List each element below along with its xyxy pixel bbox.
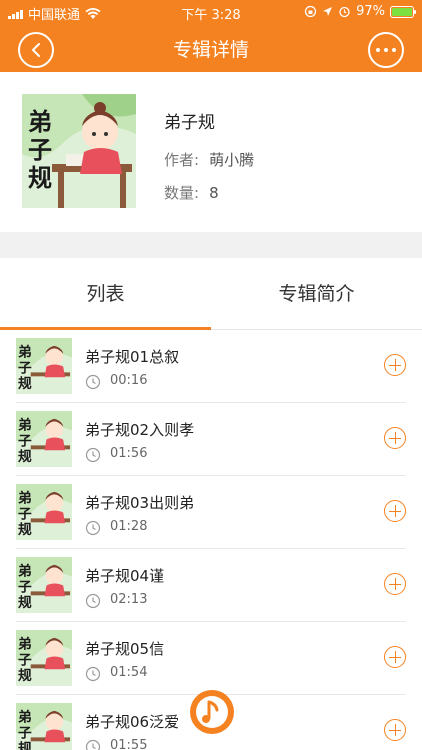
- music-player-button[interactable]: [188, 688, 236, 736]
- add-track-button[interactable]: [384, 646, 406, 668]
- track-duration: 01:28: [110, 519, 148, 534]
- author-value: 萌小腾: [209, 151, 255, 169]
- svg-text:子: 子: [18, 579, 32, 595]
- add-track-button[interactable]: [384, 573, 406, 595]
- track-list: 弟子规 弟子规01总叙 00:16 弟子规 弟子规02入则孝 01:56 弟子规…: [0, 330, 422, 750]
- track-duration: 01:55: [110, 738, 148, 750]
- clock-icon: [85, 520, 101, 536]
- track-duration: 01:54: [110, 665, 148, 680]
- svg-text:子: 子: [28, 136, 52, 164]
- tab-list[interactable]: 列表: [0, 258, 211, 330]
- count-label: 数量:: [164, 184, 200, 202]
- list-item[interactable]: 弟子规 弟子规02入则孝 01:56: [0, 403, 422, 476]
- track-title: 弟子规02入则孝: [85, 421, 195, 439]
- clock-icon: [85, 374, 101, 390]
- add-track-button[interactable]: [384, 500, 406, 522]
- track-duration: 00:16: [110, 373, 148, 388]
- svg-text:规: 规: [28, 164, 52, 192]
- author-label: 作者:: [164, 151, 200, 169]
- clock-icon: [85, 666, 101, 682]
- status-bar: 中国联通 下午 3:28 97%: [0, 0, 422, 24]
- list-item[interactable]: 弟子规 弟子规05信 01:54: [0, 622, 422, 695]
- track-title: 弟子规06泛爱: [85, 713, 180, 731]
- svg-text:弟: 弟: [18, 417, 32, 434]
- svg-text:弟: 弟: [18, 344, 32, 361]
- svg-text:弟: 弟: [18, 636, 32, 653]
- clock-icon: [85, 739, 101, 750]
- lock-rotation-icon: [304, 5, 317, 18]
- svg-text:规: 规: [18, 595, 32, 611]
- track-title: 弟子规05信: [85, 640, 165, 658]
- svg-text:规: 规: [18, 522, 32, 538]
- clock-icon: [85, 447, 101, 463]
- list-item[interactable]: 弟子规 弟子规01总叙 00:16: [0, 330, 422, 403]
- album-info: 弟 子 规 弟子规 作者: 萌小腾 数量: 8: [0, 72, 422, 232]
- svg-text:规: 规: [18, 376, 32, 392]
- svg-text:子: 子: [18, 506, 32, 522]
- track-duration: 01:56: [110, 446, 148, 461]
- svg-text:子: 子: [18, 360, 32, 376]
- count-value: 8: [209, 184, 219, 202]
- section-gap: [0, 232, 422, 258]
- more-button[interactable]: [368, 32, 404, 68]
- header-bar: 中国联通 下午 3:28 97% 专辑详情: [0, 0, 422, 72]
- album-count: 数量: 8: [164, 182, 219, 203]
- track-thumbnail: 弟子规: [16, 630, 72, 686]
- svg-text:弟: 弟: [18, 490, 32, 507]
- track-title: 弟子规01总叙: [85, 348, 180, 366]
- album-cover[interactable]: 弟 子 规: [22, 94, 136, 208]
- track-duration: 02:13: [110, 592, 148, 607]
- svg-text:规: 规: [18, 668, 32, 684]
- album-title: 弟子规: [164, 113, 215, 133]
- battery-percent: 97%: [356, 4, 385, 19]
- svg-text:子: 子: [18, 433, 32, 449]
- battery-icon: [390, 5, 416, 18]
- svg-text:子: 子: [18, 652, 32, 668]
- svg-text:规: 规: [18, 741, 32, 750]
- page-title: 专辑详情: [172, 39, 249, 61]
- tab-album-intro[interactable]: 专辑简介: [211, 258, 422, 330]
- add-track-button[interactable]: [384, 427, 406, 449]
- add-track-button[interactable]: [384, 719, 406, 741]
- album-author: 作者: 萌小腾: [164, 149, 254, 170]
- track-thumbnail: 弟子规: [16, 338, 72, 394]
- track-thumbnail: 弟子规: [16, 484, 72, 540]
- track-thumbnail: 弟子规: [16, 703, 72, 750]
- svg-text:弟: 弟: [28, 108, 52, 136]
- location-icon: [323, 7, 333, 16]
- svg-text:子: 子: [18, 725, 32, 741]
- svg-text:规: 规: [18, 449, 32, 465]
- track-thumbnail: 弟子规: [16, 557, 72, 613]
- svg-text:弟: 弟: [18, 709, 32, 726]
- more-dots-icon: [376, 48, 396, 52]
- add-track-button[interactable]: [384, 354, 406, 376]
- navbar: 专辑详情: [0, 24, 422, 72]
- alarm-icon: [339, 6, 350, 18]
- list-item[interactable]: 弟子规 弟子规04谨 02:13: [0, 549, 422, 622]
- clock-icon: [85, 593, 101, 609]
- track-title: 弟子规03出则弟: [85, 494, 195, 512]
- list-item[interactable]: 弟子规 弟子规03出则弟 01:28: [0, 476, 422, 549]
- tab-bar: 列表 专辑简介: [0, 258, 422, 330]
- svg-text:弟: 弟: [18, 563, 32, 580]
- track-thumbnail: 弟子规: [16, 411, 72, 467]
- track-title: 弟子规04谨: [85, 567, 165, 585]
